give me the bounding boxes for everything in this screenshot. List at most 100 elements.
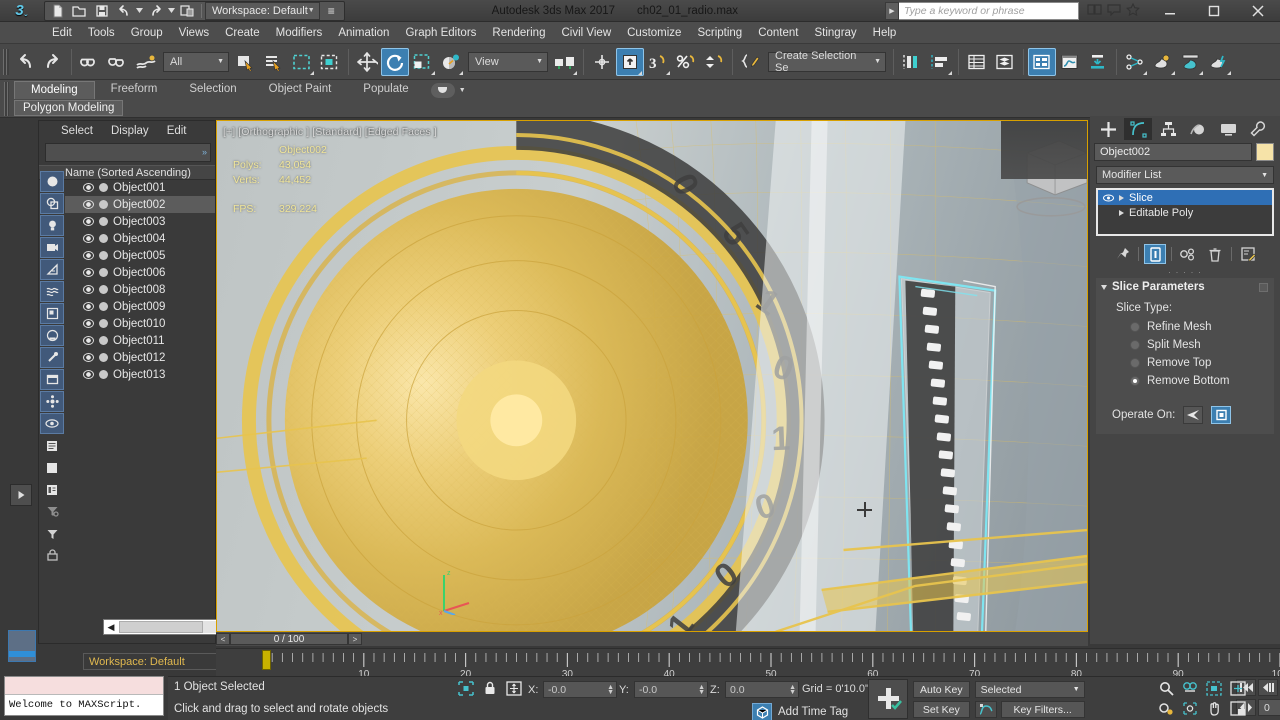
- undo-dropdown-icon[interactable]: [135, 2, 144, 20]
- minimize-button[interactable]: [1148, 0, 1192, 22]
- menu-item-customize[interactable]: Customize: [619, 25, 689, 41]
- motion-tab[interactable]: [1184, 118, 1212, 140]
- freeze-dot-icon[interactable]: [99, 268, 108, 277]
- modifier-list-dropdown[interactable]: Modifier List ▼: [1096, 166, 1274, 184]
- key-mode-dropdown[interactable]: Selected ▼: [974, 681, 1085, 698]
- list-item[interactable]: Object009: [65, 298, 215, 315]
- visibility-eye-icon[interactable]: [83, 285, 94, 294]
- freeze-dot-icon[interactable]: [99, 319, 108, 328]
- unlink-selection-icon[interactable]: [104, 48, 132, 76]
- selection-region-icon[interactable]: [458, 681, 474, 699]
- communication-center-icon[interactable]: [1107, 3, 1121, 19]
- freeze-dot-icon[interactable]: [99, 353, 108, 362]
- visibility-eye-icon[interactable]: [83, 319, 94, 328]
- rectangular-selection-region-icon[interactable]: [288, 48, 316, 76]
- create-tab[interactable]: [1094, 118, 1122, 140]
- named-selection-sets-dropdown[interactable]: Create Selection Se ▼: [768, 50, 886, 74]
- search-input[interactable]: Type a keyword or phrase: [899, 1, 1079, 20]
- explorer-filter-funnel-off-icon[interactable]: [40, 501, 64, 522]
- window-crossing-toggle-icon[interactable]: [316, 48, 344, 76]
- infocenter-search[interactable]: ▶ Type a keyword or phrase: [885, 1, 1079, 20]
- percent-snap-toggle-icon[interactable]: [672, 48, 700, 76]
- open-icon[interactable]: [69, 2, 90, 20]
- maxscript-input-line[interactable]: [5, 677, 163, 695]
- pin-stack-icon[interactable]: [1111, 244, 1133, 264]
- freeze-dot-icon[interactable]: [99, 217, 108, 226]
- set-project-folder-icon[interactable]: [177, 2, 198, 20]
- menu-item-stingray[interactable]: Stingray: [806, 25, 864, 41]
- selection-filter-dropdown[interactable]: All ▼: [163, 51, 229, 72]
- menu-item-views[interactable]: Views: [171, 25, 217, 41]
- freeze-dot-icon[interactable]: [99, 251, 108, 260]
- current-frame-display[interactable]: 0 / 100: [230, 633, 348, 645]
- visibility-eye-icon[interactable]: [83, 370, 94, 379]
- rollout-pin-icon[interactable]: [1259, 282, 1268, 292]
- filter-particles-icon[interactable]: [40, 391, 64, 412]
- list-item[interactable]: Object001: [65, 179, 215, 196]
- list-item[interactable]: Object012: [65, 349, 215, 366]
- menu-item-edit[interactable]: Edit: [44, 25, 80, 41]
- configure-modifier-sets-icon[interactable]: [1237, 244, 1259, 264]
- make-unique-icon[interactable]: [1177, 244, 1199, 264]
- radio-dot-icon[interactable]: [1130, 322, 1140, 332]
- set-key-button[interactable]: Set Key: [913, 701, 970, 718]
- spinner-arrows-icon[interactable]: ▲ ▼: [607, 684, 614, 696]
- expand-arrow-icon[interactable]: [1119, 194, 1124, 201]
- scroll-left-icon[interactable]: ◀: [104, 622, 118, 633]
- explorer-menu-display[interactable]: Display: [111, 125, 149, 137]
- filter-space-warps-icon[interactable]: [40, 281, 64, 302]
- radio-remove-bottom[interactable]: Remove Bottom: [1096, 372, 1274, 390]
- chevron-down-icon[interactable]: ▼: [459, 87, 466, 94]
- x-field[interactable]: -0.0 ▲ ▼: [543, 681, 617, 698]
- radio-dot-icon[interactable]: [1130, 358, 1140, 368]
- freeze-dot-icon[interactable]: [99, 370, 108, 379]
- radio-split-mesh[interactable]: Split Mesh: [1096, 336, 1274, 354]
- key-tangent-icon[interactable]: [974, 701, 997, 718]
- freeze-dot-icon[interactable]: [99, 302, 108, 311]
- z-field[interactable]: 0.0 ▲ ▼: [725, 681, 799, 698]
- toggle-scene-explorer-icon[interactable]: [1028, 47, 1056, 76]
- hierarchy-tab[interactable]: [1154, 118, 1182, 140]
- filter-shapes-icon[interactable]: [40, 193, 64, 214]
- filter-bones-icon[interactable]: [40, 347, 64, 368]
- render-production-icon[interactable]: [1205, 48, 1233, 76]
- list-item[interactable]: Object006: [65, 264, 215, 281]
- operate-on-polygons-icon[interactable]: [1211, 406, 1232, 424]
- utilities-tab[interactable]: [1244, 118, 1272, 140]
- maxscript-mini-listener[interactable]: Welcome to MAXScript.: [4, 676, 164, 716]
- key-filters-button[interactable]: Key Filters...: [1000, 701, 1085, 718]
- filter-cameras-icon[interactable]: [40, 237, 64, 258]
- radio-dot-icon[interactable]: [1130, 376, 1140, 386]
- select-by-name-icon[interactable]: [260, 48, 288, 76]
- filter-groups-icon[interactable]: [40, 303, 64, 324]
- spinner-snap-toggle-icon[interactable]: [700, 48, 728, 76]
- select-and-rotate-icon[interactable]: [381, 47, 409, 76]
- align-icon[interactable]: [926, 48, 954, 76]
- remove-modifier-trash-icon[interactable]: [1204, 244, 1226, 264]
- ribbon-display-mode-icon[interactable]: [430, 82, 455, 98]
- radio-dot-icon[interactable]: [1130, 340, 1140, 350]
- viewport[interactable]: 0 5 1 0 1 0 0 1: [216, 120, 1088, 632]
- menu-item-modifiers[interactable]: Modifiers: [268, 25, 331, 41]
- explorer-expand-icon[interactable]: »: [202, 147, 207, 157]
- layer-explorer-icon[interactable]: [963, 48, 991, 76]
- radio-refine-mesh[interactable]: Refine Mesh: [1096, 318, 1274, 336]
- explorer-menu-select[interactable]: Select: [61, 125, 93, 137]
- scene-explorer-icon[interactable]: [991, 48, 1019, 76]
- zoom-region-icon[interactable]: [1228, 679, 1248, 697]
- list-item[interactable]: Object005: [65, 247, 215, 264]
- explorer-detail-view-icon[interactable]: [40, 479, 64, 500]
- toolbar-grip[interactable]: [3, 48, 9, 75]
- visibility-eye-icon[interactable]: [83, 336, 94, 345]
- ribbon-tab-object-paint[interactable]: Object Paint: [253, 81, 348, 99]
- expand-arrow-icon[interactable]: [1119, 209, 1124, 216]
- menu-item-group[interactable]: Group: [123, 25, 171, 41]
- explorer-blank-view-icon[interactable]: [40, 457, 64, 478]
- select-and-manipulate-icon[interactable]: [588, 48, 616, 76]
- modify-tab[interactable]: [1124, 118, 1152, 140]
- collapse-arrow-icon[interactable]: [1101, 284, 1107, 290]
- ribbon-tab-selection[interactable]: Selection: [173, 81, 252, 99]
- time-slider-handle[interactable]: [262, 650, 271, 670]
- maximize-viewport-toggle-icon[interactable]: [1228, 699, 1248, 717]
- object-color-swatch[interactable]: [1256, 143, 1274, 161]
